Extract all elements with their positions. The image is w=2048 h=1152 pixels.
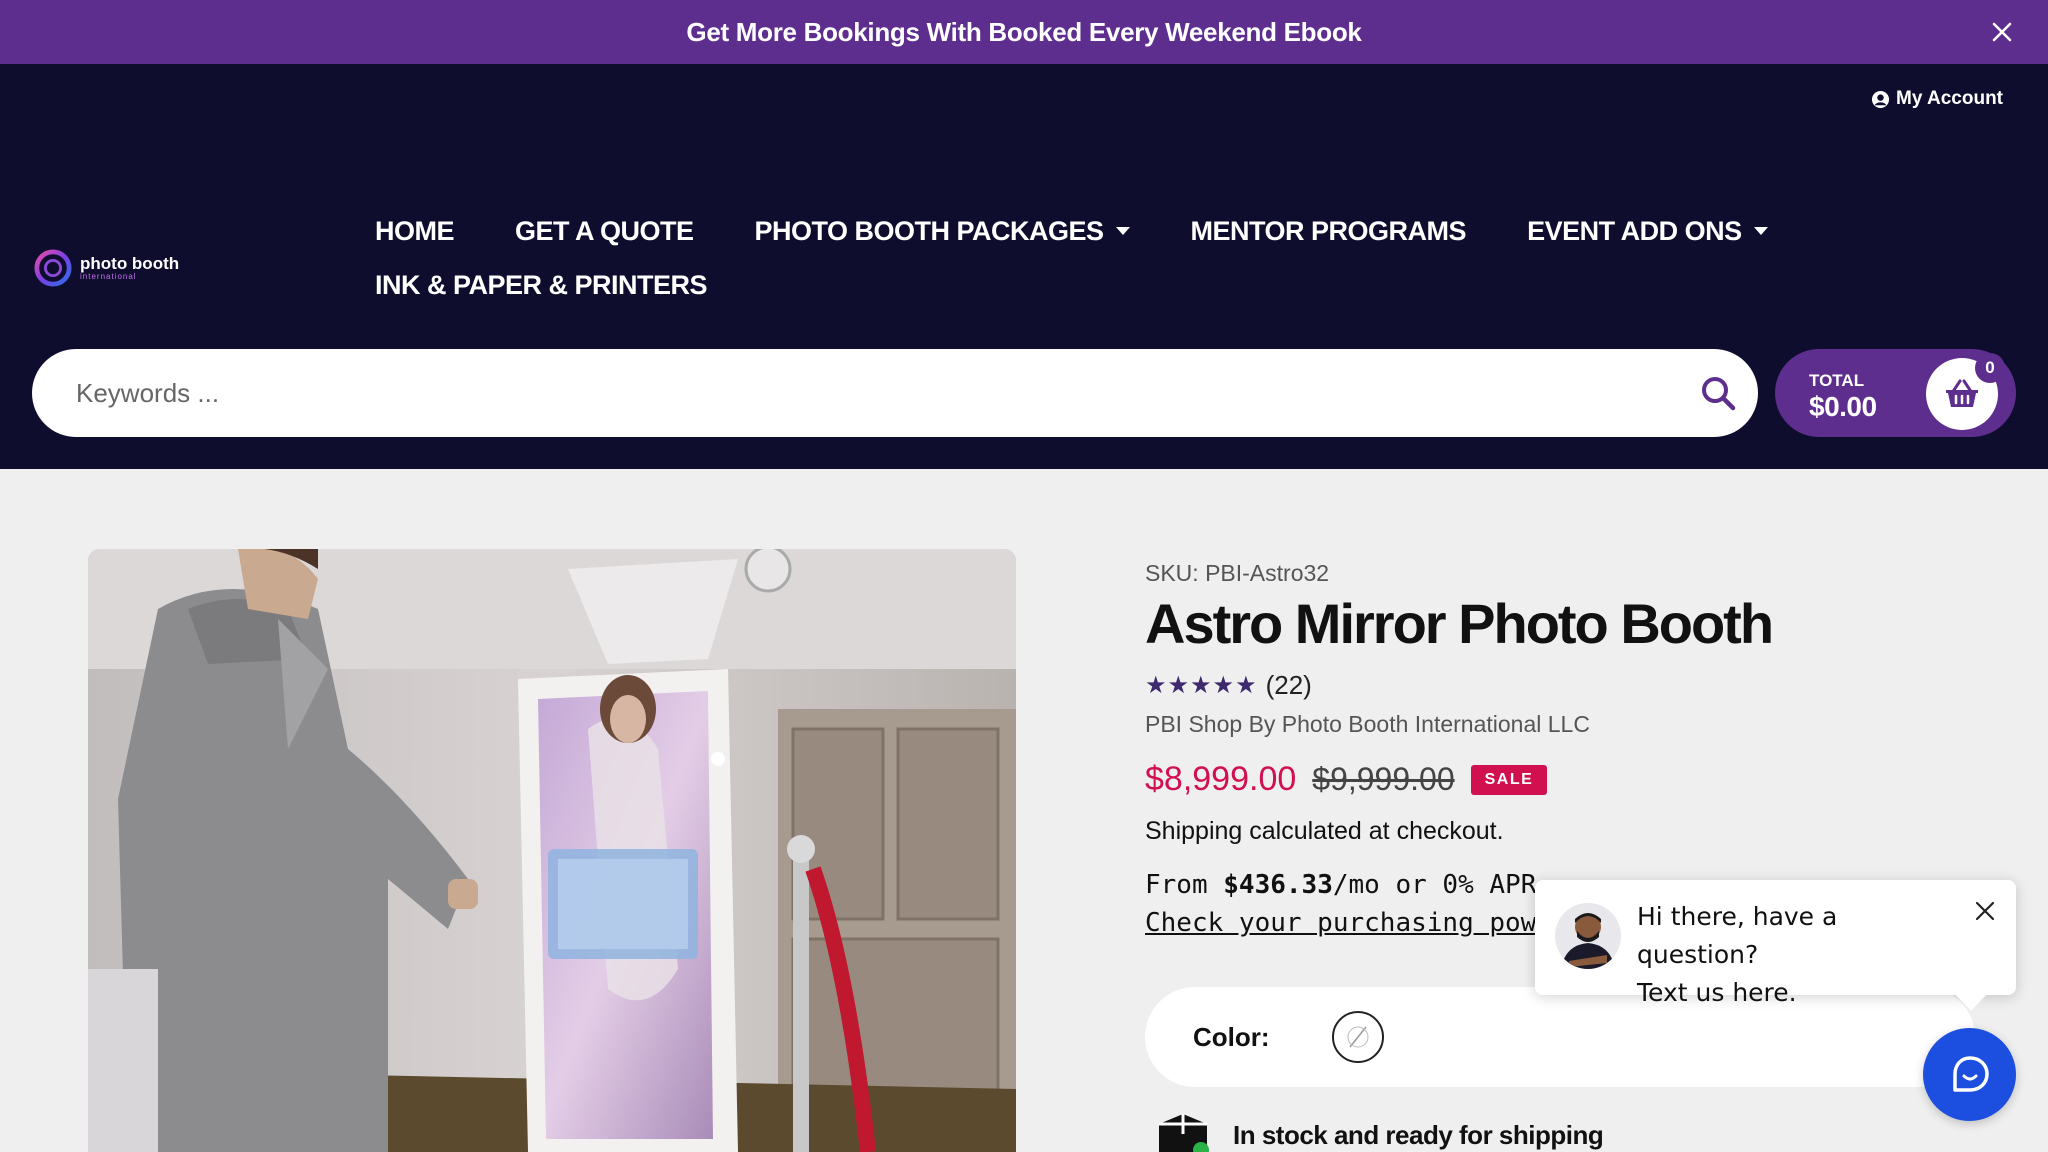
site-logo[interactable]: photo booth international — [34, 238, 194, 298]
swatch-pattern-icon — [1339, 1019, 1376, 1055]
caret-down-icon — [1753, 227, 1768, 235]
search-icon[interactable] — [1698, 373, 1738, 413]
price-row: $8,999.00 $9,999.00 SALE — [1145, 760, 1965, 799]
logo-swirl-icon — [34, 249, 72, 287]
stock-text: In stock and ready for shipping — [1233, 1119, 1604, 1150]
logo-tagline: international — [80, 271, 137, 281]
promo-text[interactable]: Get More Bookings With Booked Every Week… — [686, 17, 1361, 48]
logo-name: photo booth — [80, 253, 180, 273]
cart-button[interactable]: TOTAL $0.00 0 — [1775, 349, 2016, 437]
product-sku: SKU: PBI-Astro32 — [1145, 560, 1330, 586]
nav-event-add-ons[interactable]: EVENT ADD ONS — [1527, 216, 1768, 247]
chat-bubble-tail — [1954, 993, 1988, 1011]
box-icon — [1159, 1114, 1209, 1152]
sale-badge: SALE — [1470, 764, 1548, 795]
chat-message: Hi there, have a question? Text us here. — [1637, 898, 1957, 1012]
chat-launcher-button[interactable] — [1923, 1028, 2016, 1121]
check-purchasing-power-link[interactable]: Check your purchasing power — [1145, 908, 1568, 938]
product-title: Astro Mirror Photo Booth — [1145, 592, 1774, 655]
nav-get-a-quote[interactable]: GET A QUOTE — [515, 216, 694, 247]
stock-status: In stock and ready for shipping — [1155, 1110, 1604, 1152]
caret-down-icon — [1115, 227, 1130, 235]
site-header: My Account photo booth international HOM… — [0, 64, 2048, 469]
chat-icon — [1952, 1055, 1989, 1092]
color-swatch[interactable] — [1331, 1011, 1384, 1063]
nav-ink-paper-printers[interactable]: INK & PAPER & PRINTERS — [375, 270, 708, 301]
cart-count-badge: 0 — [1975, 353, 2005, 383]
my-account-link[interactable]: My Account — [1871, 88, 2003, 110]
nav-mentor-programs[interactable]: MENTOR PROGRAMS — [1191, 216, 1467, 247]
close-icon[interactable] — [1974, 900, 1996, 922]
chat-message-line-2: Text us here. — [1637, 978, 1797, 1007]
nav-photo-booth-packages[interactable]: PHOTO BOOTH PACKAGES — [755, 216, 1130, 247]
color-label: Color: — [1193, 1021, 1270, 1052]
rating-stars-icon: ★★★★★ — [1145, 672, 1258, 699]
product-rating[interactable]: ★★★★★ (22) — [1145, 670, 1965, 701]
user-circle-icon — [1871, 90, 1890, 108]
chat-greeting-bubble[interactable]: Hi there, have a question? Text us here. — [1535, 880, 2016, 1007]
promo-bar[interactable]: Get More Bookings With Booked Every Week… — [0, 0, 2048, 64]
main-nav: HOME GET A QUOTE PHOTO BOOTH PACKAGES ME… — [375, 204, 1775, 312]
product-vendor: PBI Shop By Photo Booth International LL… — [1145, 711, 1590, 737]
financing-prefix: From — [1145, 870, 1224, 900]
compare-price: $9,999.00 — [1312, 761, 1455, 797]
search-input[interactable] — [76, 377, 1576, 409]
chat-message-line-1: Hi there, have a question? — [1637, 902, 1838, 969]
cart-total-value: $0.00 — [1809, 391, 1877, 422]
search-bar — [32, 349, 1758, 437]
close-icon[interactable] — [1986, 16, 2018, 48]
review-count: (22) — [1265, 670, 1312, 700]
shipping-note: Shipping calculated at checkout. — [1145, 817, 1504, 845]
product-image[interactable] — [88, 549, 1016, 1152]
chat-agent-avatar — [1555, 903, 1621, 969]
cart-total-label: TOTAL — [1809, 371, 1865, 390]
financing-suffix: /mo or 0% APR — [1332, 870, 1537, 900]
financing-amount: $436.33 — [1223, 870, 1333, 900]
sale-price: $8,999.00 — [1145, 760, 1297, 798]
nav-home[interactable]: HOME — [375, 216, 455, 247]
my-account-label: My Account — [1896, 88, 2003, 109]
